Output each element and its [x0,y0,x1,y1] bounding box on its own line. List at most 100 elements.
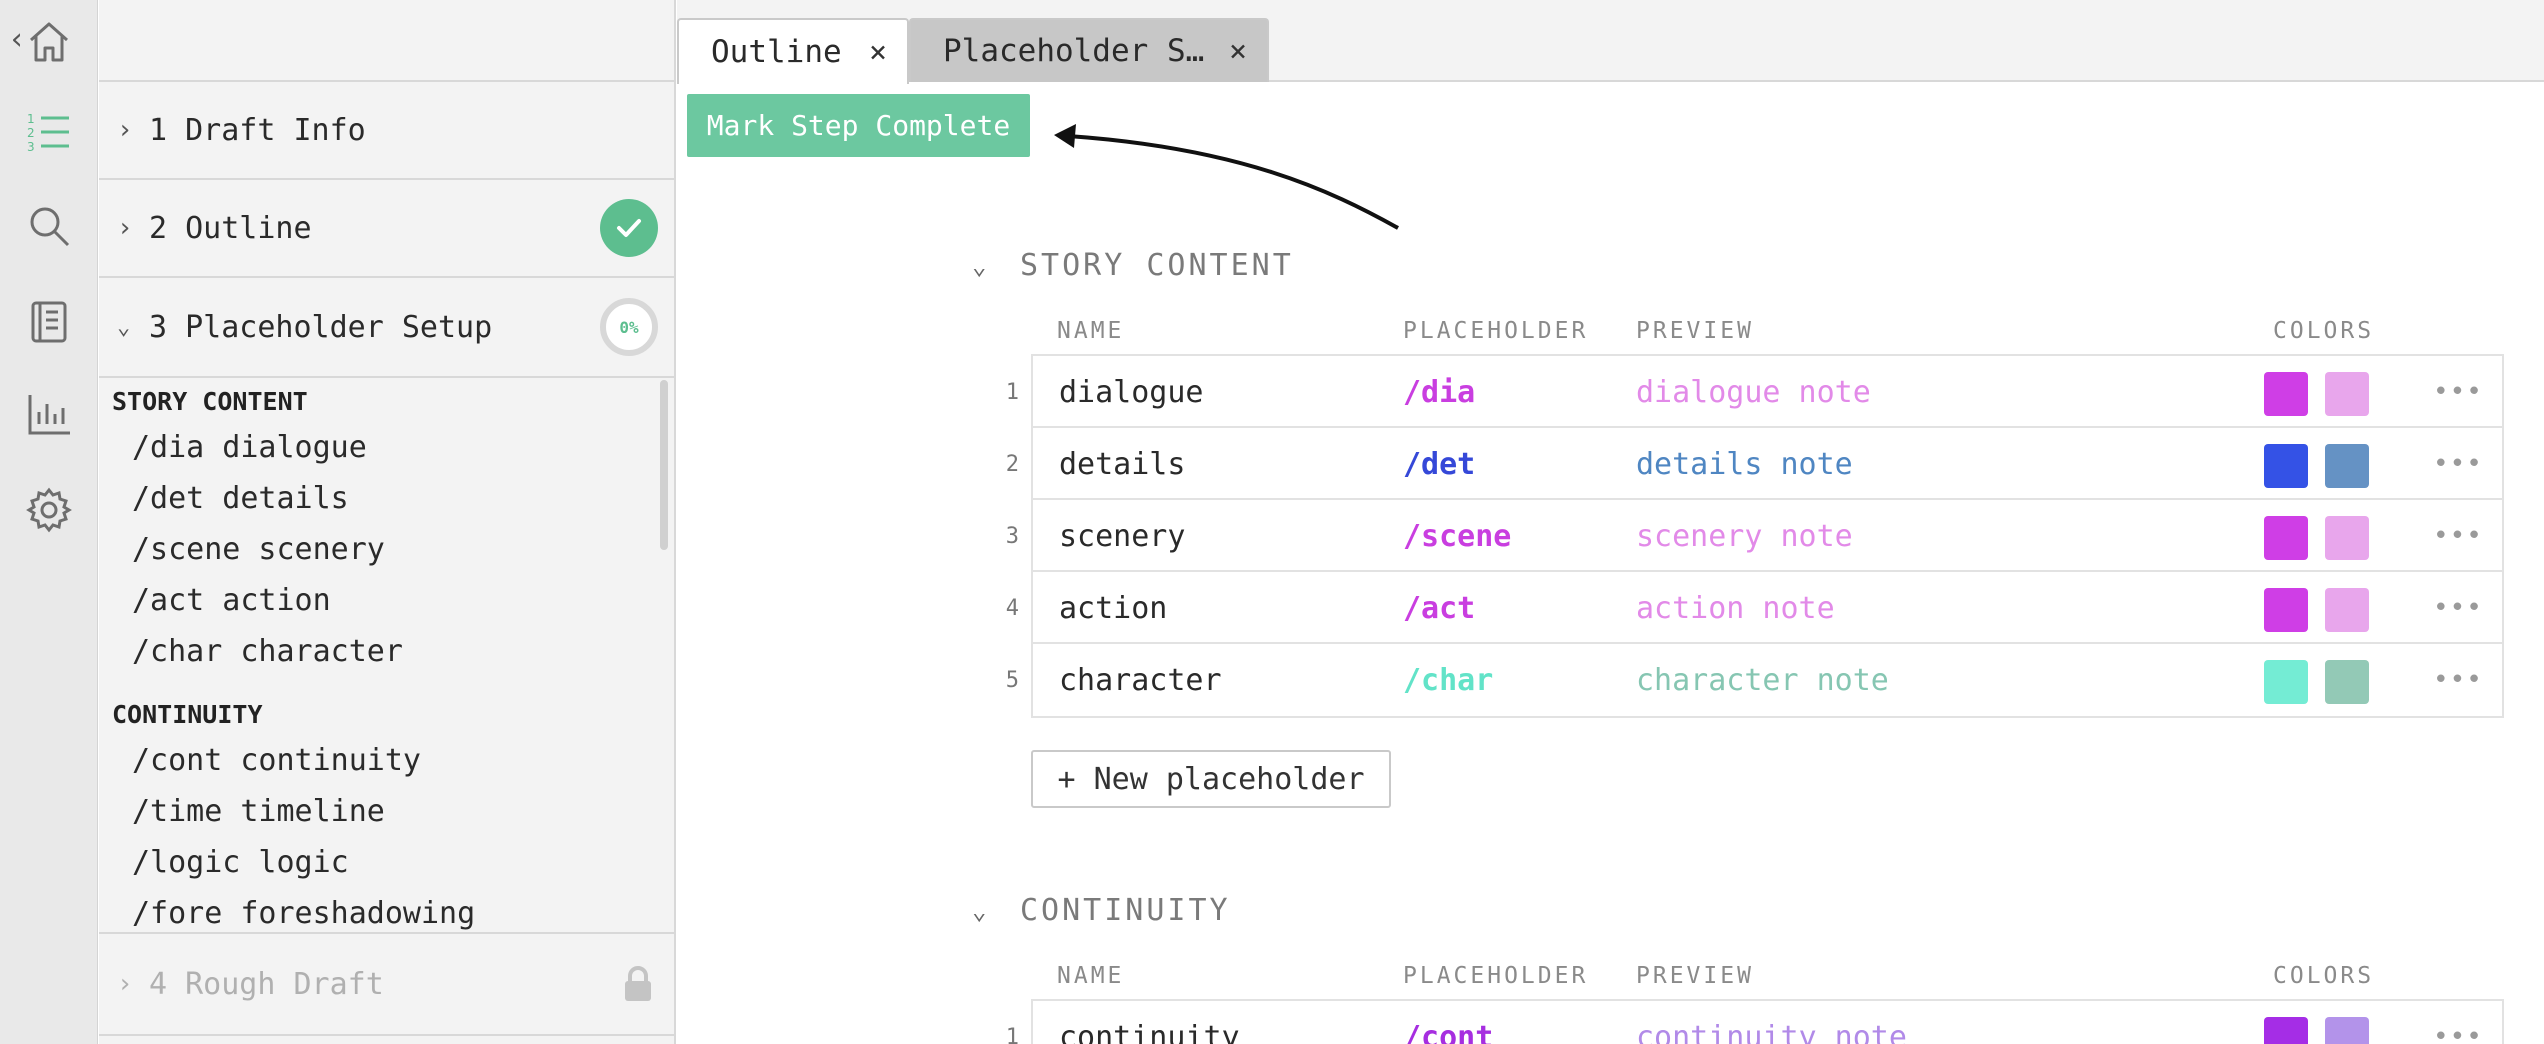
more-options-icon[interactable]: ••• [2433,356,2483,428]
list-item[interactable]: /act action [99,575,674,626]
cell-name[interactable]: dialogue [1059,356,1204,428]
chevron-down-icon[interactable]: ⌄ [972,897,1020,925]
tab-label: Outline [711,34,842,70]
color-swatch-secondary[interactable] [2325,372,2369,416]
step-rough-draft[interactable]: › 4 Rough Draft [99,932,674,1036]
list-item[interactable]: /char character [99,626,674,677]
annotation-arrow [1054,124,1399,230]
icon-rail: ‹ 123 [0,0,98,1044]
section-header-story-content[interactable]: ⌄ STORY CONTENT [972,248,1294,283]
cell-name[interactable]: character [1059,644,1222,716]
new-placeholder-button[interactable]: + New placeholder [1031,750,1391,808]
more-options-icon[interactable]: ••• [2433,428,2483,500]
table-row[interactable]: 2 details/det details note ••• [1006,428,2502,500]
svg-text:1: 1 [27,112,35,126]
svg-text:3: 3 [27,140,35,154]
outline-list-icon[interactable]: 123 [19,102,79,162]
mark-step-complete-button[interactable]: Mark Step Complete [687,94,1030,157]
list-item[interactable]: /logic logic [99,837,674,888]
row-number: 3 [1005,523,1019,549]
tab-label: Placeholder S… [943,33,1205,69]
cell-placeholder[interactable]: /det [1403,428,1475,500]
chevron-down-icon[interactable]: ⌄ [972,252,1020,280]
close-icon[interactable]: × [869,35,887,70]
more-options-icon[interactable]: ••• [2433,1001,2483,1044]
list-item[interactable]: /det details [99,473,674,524]
more-options-icon[interactable]: ••• [2433,644,2483,716]
section-title: STORY CONTENT [1020,248,1294,283]
cell-name[interactable]: scenery [1059,500,1185,572]
notebook-icon[interactable] [19,292,79,352]
color-swatch-primary[interactable] [2264,660,2308,704]
chevron-down-icon: ⌄ [117,314,131,340]
color-swatch-primary[interactable] [2264,1017,2308,1044]
search-icon[interactable] [19,196,79,256]
step-draft-info[interactable]: › 1 Draft Info [99,82,674,180]
cell-placeholder[interactable]: /dia [1403,356,1475,428]
group-title: STORY CONTENT [112,387,308,416]
step-outline[interactable]: › 2 Outline [99,180,674,278]
color-swatch-secondary[interactable] [2325,588,2369,632]
color-swatch-secondary[interactable] [2325,516,2369,560]
cell-placeholder[interactable]: /scene [1403,500,1511,572]
cell-preview: action note [1636,590,1835,626]
step-label: 3 Placeholder Setup [149,309,493,345]
tab-bar: Outline × Placeholder S… × [677,0,2544,84]
home-icon[interactable] [19,12,79,72]
column-header-placeholder: PLACEHOLDER [1403,963,1589,989]
list-item[interactable]: /scene scenery [99,524,674,575]
row-number: 1 [1005,379,1019,405]
color-swatch-primary[interactable] [2264,372,2308,416]
close-icon[interactable]: × [1229,34,1247,69]
cell-placeholder[interactable]: /cont [1403,1001,1493,1044]
cell-placeholder[interactable]: /act [1403,572,1475,644]
column-header-preview: PREVIEW [1636,318,1754,344]
placeholder-list: STORY CONTENT /dia dialogue /det details… [99,372,674,932]
placeholder-table: 1 continuity/cont continuity note ••• [1006,999,2504,1044]
list-item[interactable]: /dia dialogue [99,422,674,473]
section-title: CONTINUITY [1020,893,1231,928]
cell-preview: dialogue note [1636,374,1871,410]
color-swatch-secondary[interactable] [2325,1017,2369,1044]
progress-ring: 0% [600,298,658,356]
more-options-icon[interactable]: ••• [2433,500,2483,572]
cell-name[interactable]: continuity [1059,1001,1240,1044]
color-swatch-primary[interactable] [2264,444,2308,488]
list-item[interactable]: /cont continuity [99,735,674,786]
table-row[interactable]: 5 character/char character note ••• [1006,644,2502,716]
step-label: 2 Outline [149,210,312,246]
chevron-right-icon: › [117,213,133,243]
cell-name[interactable]: action [1059,572,1167,644]
color-swatch-primary[interactable] [2264,516,2308,560]
table-row[interactable]: 3 scenery/scene scenery note ••• [1006,500,2502,572]
gear-icon[interactable] [19,480,79,540]
color-swatch-secondary[interactable] [2325,444,2369,488]
checkmark-icon [600,199,658,257]
cell-name[interactable]: details [1059,428,1185,500]
section-header-continuity[interactable]: ⌄ CONTINUITY [972,893,1231,928]
table-row[interactable]: 1 continuity/cont continuity note ••• [1006,1001,2502,1044]
color-swatch-primary[interactable] [2264,588,2308,632]
column-header-name: NAME [1057,318,1125,344]
color-swatch-secondary[interactable] [2325,660,2369,704]
table-row[interactable]: 4 action/act action note ••• [1006,572,2502,644]
list-item[interactable]: /fore foreshadowing [99,888,674,932]
step-label: 1 Draft Info [149,112,366,148]
cell-placeholder[interactable]: /char [1403,644,1493,716]
column-header-colors: COLORS [2273,318,2375,344]
tab-outline[interactable]: Outline × [677,18,909,84]
column-header-placeholder: PLACEHOLDER [1403,318,1589,344]
table-row[interactable]: 1 dialogue/dia dialogue note ••• [1006,356,2502,428]
row-number: 5 [1005,667,1019,693]
tab-placeholder-setup[interactable]: Placeholder S… × [909,18,1269,82]
column-header-name: NAME [1057,963,1125,989]
list-item[interactable]: /time timeline [99,786,674,837]
step-label: 4 Rough Draft [149,966,384,1002]
more-options-icon[interactable]: ••• [2433,572,2483,644]
bar-chart-icon[interactable] [19,384,79,444]
placeholder-table: 1 dialogue/dia dialogue note ••• 2 details/de… [1006,354,2504,718]
step-placeholder-setup[interactable]: ⌄ 3 Placeholder Setup 0% [99,278,674,378]
group-title: CONTINUITY [112,700,263,729]
column-header-colors: COLORS [2273,963,2375,989]
scrollbar[interactable] [660,380,668,550]
